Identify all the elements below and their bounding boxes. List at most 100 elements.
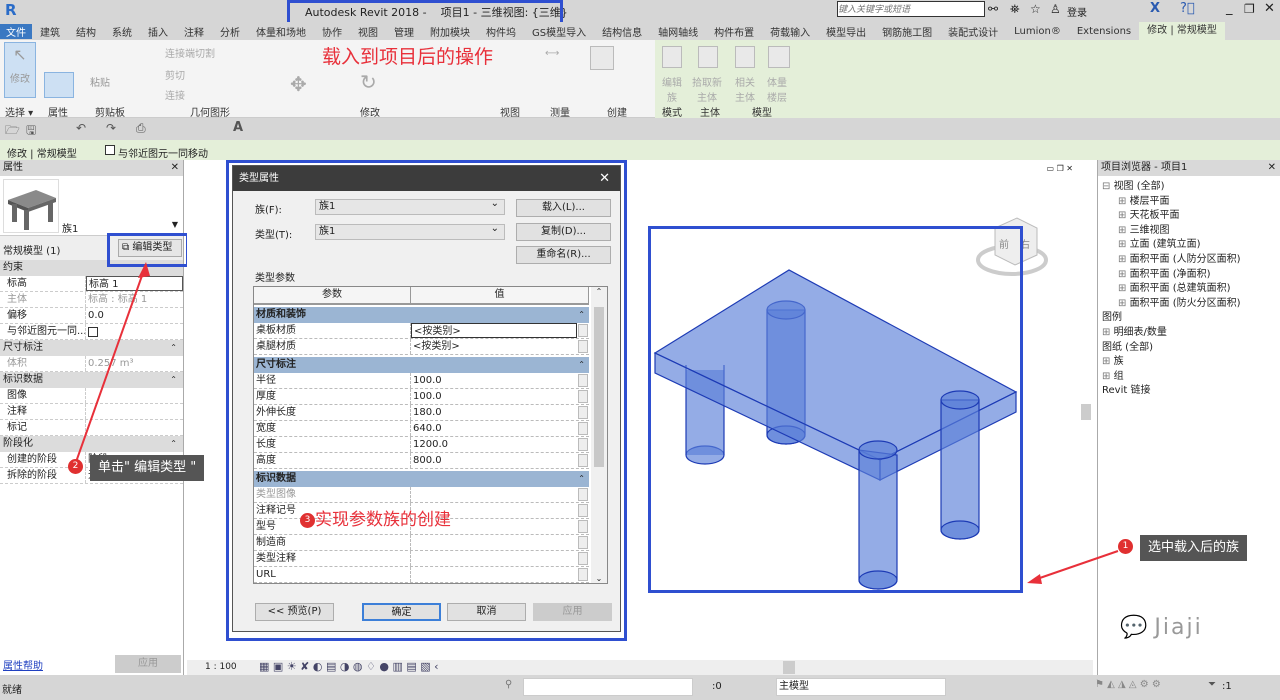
formula-button[interactable] (578, 488, 588, 501)
expand-icon[interactable]: ⊞ (1118, 239, 1130, 250)
cancel-button[interactable]: 取消 (447, 603, 526, 621)
join-button[interactable]: 连接 (165, 87, 185, 102)
param-value[interactable]: 1200.0 (411, 437, 577, 452)
formula-button[interactable] (578, 340, 588, 353)
browser-item[interactable]: ⊞ 组 (1098, 370, 1280, 385)
canvas-vertical-scrollbar[interactable] (1081, 180, 1091, 650)
mass-floors-button[interactable]: 体量楼层 (765, 74, 789, 104)
ribbon-tab[interactable]: 体量和场地 (248, 24, 314, 39)
selection-icons[interactable]: ⚑ ◭ ◮ ◬ ⚙ ⚙ (1095, 679, 1161, 690)
move-with-nearby-checkbox[interactable] (105, 145, 115, 155)
dropdown-arrow-icon[interactable]: ▼ (172, 220, 178, 229)
property-value[interactable] (86, 420, 183, 435)
paste-button[interactable]: 粘贴 (90, 74, 110, 89)
param-group-header[interactable]: 材质和装饰 (254, 307, 589, 323)
save-icon[interactable]: 🖫 (26, 121, 36, 142)
expand-icon[interactable]: ⊞ (1102, 371, 1114, 382)
properties-section-header[interactable]: 阶段化 (0, 436, 183, 452)
browser-item[interactable]: ⊞ 三维视图 (1098, 224, 1280, 239)
edit-family-button[interactable]: 编辑族 (660, 74, 684, 104)
browser-item[interactable]: ⊞ 天花板平面 (1098, 209, 1280, 224)
property-value[interactable] (86, 404, 183, 419)
measure-icon[interactable]: ⟷ (545, 48, 575, 59)
param-value[interactable]: 180.0 (411, 405, 577, 420)
formula-button[interactable] (578, 324, 588, 337)
browser-item[interactable]: ⊞ 族 (1098, 355, 1280, 370)
ribbon-tab[interactable]: 修改 | 常规模型 (1139, 22, 1225, 40)
browser-item[interactable]: ⊞ 面积平面 (总建筑面积) (1098, 282, 1280, 297)
preview-button[interactable]: << 预览(P) (255, 603, 334, 621)
ribbon-tab[interactable]: Lumion® (1006, 26, 1069, 37)
column-header-parameter[interactable]: 参数 (254, 287, 411, 303)
properties-section-header[interactable]: 尺寸标注 (0, 340, 183, 356)
ribbon-tab[interactable]: 荷载输入 (762, 24, 818, 39)
expand-icon[interactable]: ⊞ (1118, 225, 1130, 236)
cut-button[interactable]: 剪切 (165, 67, 185, 82)
param-group-header[interactable]: 尺寸标注 (254, 357, 589, 373)
formula-button[interactable] (578, 552, 588, 565)
move-icon[interactable]: ✥ (290, 72, 314, 96)
type-dropdown[interactable]: 族1 (315, 222, 505, 240)
formula-button[interactable] (578, 390, 588, 403)
browser-item[interactable]: Revit 链接 (1098, 384, 1280, 399)
ribbon-tab[interactable]: 结构 (68, 24, 104, 39)
close-button[interactable]: ✕ (1264, 1, 1275, 16)
param-value[interactable]: 640.0 (411, 421, 577, 436)
search-input[interactable] (837, 1, 985, 17)
ribbon-tab[interactable]: 注释 (176, 24, 212, 39)
param-value[interactable] (411, 487, 577, 502)
load-button[interactable]: 载入(L)... (516, 199, 611, 217)
ribbon-tab[interactable]: 插入 (140, 24, 176, 39)
expand-icon[interactable]: ⊞ (1118, 254, 1130, 265)
instance-filter[interactable]: 常规模型 (1) (3, 242, 60, 257)
ribbon-tab[interactable]: 结构信息 (594, 24, 650, 39)
exchange-icon[interactable]: X (1150, 1, 1160, 16)
browser-item[interactable]: ⊞ 面积平面 (净面积) (1098, 268, 1280, 283)
ribbon-tab[interactable]: 视图 (350, 24, 386, 39)
param-value[interactable]: 800.0 (411, 453, 577, 468)
param-value[interactable]: <按类别> (411, 323, 577, 338)
ok-button[interactable]: 确定 (362, 603, 441, 621)
minimize-button[interactable]: _ (1226, 1, 1233, 16)
formula-button[interactable] (578, 520, 588, 533)
text-icon[interactable]: A (233, 120, 243, 135)
browser-item[interactable]: ⊞ 面积平面 (人防分区面积) (1098, 253, 1280, 268)
horizontal-scrollbar[interactable] (783, 661, 795, 674)
browser-item[interactable]: 图例 (1098, 311, 1280, 326)
close-icon[interactable]: ✕ (599, 166, 610, 191)
rename-button[interactable]: 重命名(R)... (516, 246, 611, 264)
param-value[interactable]: <按类别> (411, 339, 577, 354)
ribbon-tab[interactable]: 钢筋施工图 (874, 24, 940, 39)
param-value[interactable]: 100.0 (411, 389, 577, 404)
satellite-icon[interactable]: ⛯ (1010, 2, 1020, 17)
expand-icon[interactable]: ⊞ (1118, 298, 1130, 309)
property-value[interactable] (86, 388, 183, 403)
properties-apply-button[interactable]: 应用 (115, 655, 181, 673)
param-value[interactable] (411, 551, 577, 566)
login-link[interactable]: 登录 (1067, 4, 1087, 19)
close-icon[interactable]: ✕ (171, 160, 179, 176)
help-icon[interactable]: ?⃝ (1180, 1, 1195, 16)
family-selector[interactable]: 族1 ▼ (0, 176, 183, 236)
ribbon-tab[interactable]: 构件布置 (706, 24, 762, 39)
expand-icon[interactable]: ⊞ (1102, 356, 1114, 367)
properties-section-header[interactable]: 标识数据 (0, 372, 183, 388)
formula-button[interactable] (578, 454, 588, 467)
formula-button[interactable] (578, 422, 588, 435)
formula-button[interactable] (578, 536, 588, 549)
ribbon-tab[interactable]: 协作 (314, 24, 350, 39)
browser-item[interactable]: ⊞ 面积平面 (防火分区面积) (1098, 297, 1280, 312)
ribbon-tab[interactable]: 轴网轴线 (650, 24, 706, 39)
workset-dropdown[interactable] (523, 678, 693, 696)
close-icon[interactable]: ✕ (1268, 160, 1276, 176)
browser-item[interactable]: ⊞ 立面 (建筑立面) (1098, 238, 1280, 253)
param-value[interactable] (411, 567, 577, 582)
column-header-value[interactable]: 值 (411, 287, 589, 303)
property-checkbox[interactable] (88, 327, 98, 337)
family-dropdown[interactable]: 族1 (315, 197, 505, 215)
ribbon-tab[interactable]: 附加模块 (422, 24, 478, 39)
expand-icon[interactable]: ⊞ (1118, 196, 1130, 207)
browser-item[interactable]: ⊟ 视图 (全部) (1098, 180, 1280, 195)
apply-button[interactable]: 应用 (533, 603, 612, 621)
ribbon-modify-button[interactable]: ↖ 修改 (4, 42, 36, 98)
